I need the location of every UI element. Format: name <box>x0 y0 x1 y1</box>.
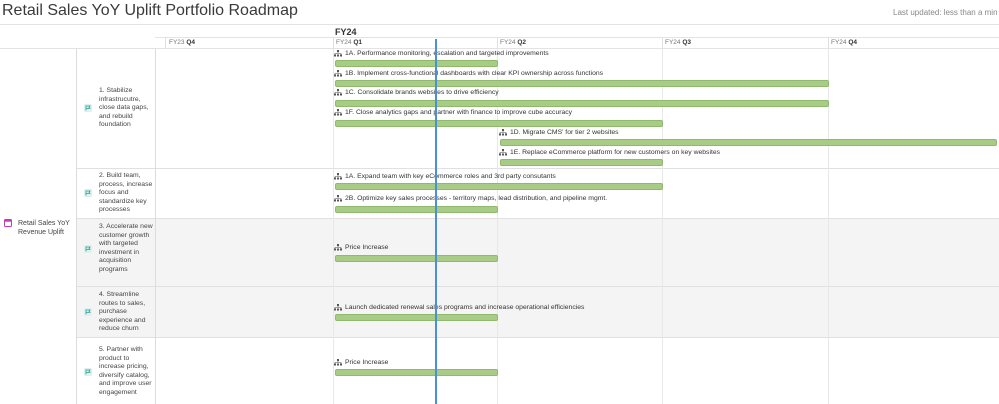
quarter-header: FY23 Q4 <box>169 39 196 46</box>
row-band <box>77 219 999 286</box>
page-title: Retail Sales YoY Uplift Portfolio Roadma… <box>2 2 298 19</box>
flag-icon <box>84 104 92 113</box>
task-bar[interactable] <box>335 369 498 376</box>
hierarchy-icon <box>334 304 342 311</box>
hierarchy-icon <box>334 89 342 96</box>
hierarchy-icon <box>334 359 342 366</box>
objective-label: 1. Stabilize infrastrucutre, close data … <box>99 87 149 129</box>
task-label[interactable]: 1C. Consolidate brands websites to drive… <box>334 89 499 96</box>
fy-divider <box>155 37 999 38</box>
hierarchy-icon <box>334 50 342 57</box>
task-label[interactable]: 1E. Replace eCommerce platform for new c… <box>499 149 720 156</box>
objective-row[interactable]: 1. Stabilize infrastrucutre, close data … <box>84 87 155 130</box>
objective-label: 2. Build team, process, increase focus a… <box>99 172 153 214</box>
hierarchy-icon <box>499 149 507 156</box>
flag-icon <box>84 189 92 198</box>
last-updated-text: Last updated: less than a minute ago <box>893 8 997 17</box>
goal-icon <box>4 219 12 227</box>
task-bar[interactable] <box>335 255 498 262</box>
objective-label: 4. Streamline routes to sales, purchase … <box>99 291 146 333</box>
hierarchy-icon <box>334 109 342 116</box>
objective-label: 5. Partner with product to increase pric… <box>99 346 152 396</box>
quarter-header: FY24 Q1 <box>336 39 363 46</box>
task-bar[interactable] <box>500 139 997 146</box>
task-label[interactable]: 1F. Close analytics gaps and partner wit… <box>334 109 572 116</box>
task-label[interactable]: 1D. Migrate CMS' for tier 2 websites <box>499 129 619 136</box>
task-bar[interactable] <box>335 80 829 87</box>
task-bar[interactable] <box>500 159 663 166</box>
task-label[interactable]: Price Increase <box>334 244 388 251</box>
task-bar[interactable] <box>335 206 498 213</box>
quarter-header: FY24 Q2 <box>500 39 527 46</box>
objective-row[interactable]: 5. Partner with product to increase pric… <box>84 346 155 398</box>
task-bar[interactable] <box>335 60 498 67</box>
task-bar[interactable] <box>335 314 498 321</box>
hierarchy-icon <box>334 244 342 251</box>
task-label[interactable]: Price Increase <box>334 359 388 366</box>
hierarchy-icon <box>334 195 342 202</box>
quarter-header: FY24 Q3 <box>665 39 692 46</box>
quarter-header: FY24 Q4 <box>831 39 858 46</box>
flag-icon <box>84 308 92 317</box>
goal-label: Retail Sales YoY Revenue Uplift <box>18 220 70 236</box>
task-bar[interactable] <box>335 120 663 127</box>
task-label[interactable]: Launch dedicated renewal sales programs … <box>334 304 584 311</box>
today-marker-line <box>435 39 437 404</box>
goal-row[interactable]: Retail Sales YoY Revenue Uplift <box>4 219 78 237</box>
hierarchy-icon <box>334 173 342 180</box>
timeline-header-bottom <box>0 48 999 49</box>
objective-row[interactable]: 2. Build team, process, increase focus a… <box>84 172 155 215</box>
task-label[interactable]: 1A. Performance monitoring, escalation a… <box>334 50 549 57</box>
task-label[interactable]: 2B. Optimize key sales processes - terri… <box>334 195 607 202</box>
objective-row[interactable]: 3. Accelerate new customer growth with t… <box>84 223 155 275</box>
objective-row[interactable]: 4. Streamline routes to sales, purchase … <box>84 291 155 334</box>
task-label[interactable]: 1B. Implement cross-functional dashboard… <box>334 70 603 77</box>
flag-icon <box>84 244 92 253</box>
fiscal-year-label: FY24 <box>335 27 357 37</box>
task-bar[interactable] <box>335 183 663 190</box>
flag-icon <box>84 367 92 376</box>
objective-label: 3. Accelerate new customer growth with t… <box>99 223 153 273</box>
hierarchy-icon <box>334 70 342 77</box>
hierarchy-icon <box>499 129 507 136</box>
task-label[interactable]: 1A. Expand team with key eCommerce roles… <box>334 173 556 180</box>
header-divider <box>0 24 999 25</box>
task-bar[interactable] <box>335 100 829 107</box>
row-band <box>77 287 999 337</box>
